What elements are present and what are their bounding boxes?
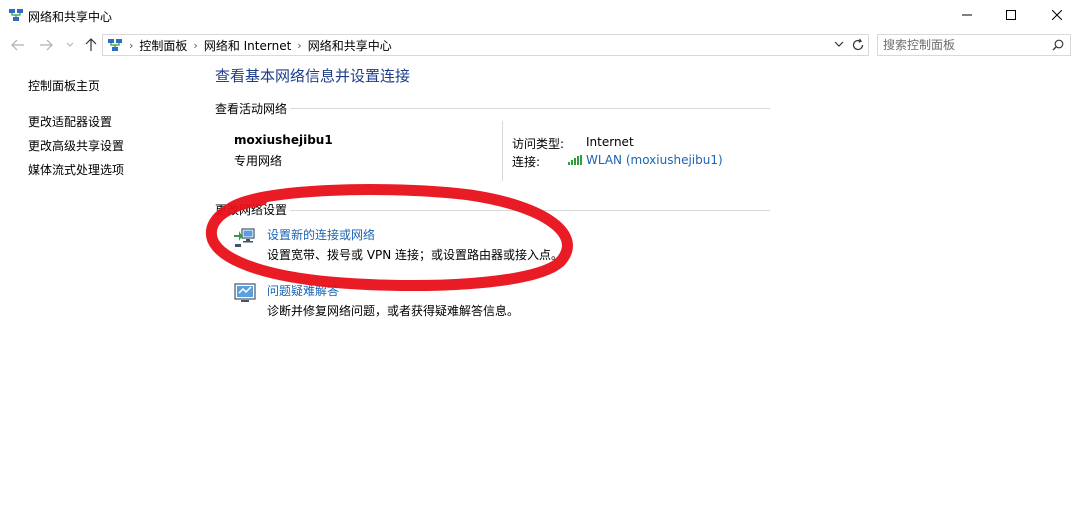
address-box[interactable]: › 控制面板 › 网络和 Internet › 网络和共享中心 (102, 34, 869, 56)
minimize-icon (962, 14, 972, 16)
control-panel-home-link[interactable]: 控制面板主页 (28, 77, 124, 94)
connection-label: 连接: (512, 155, 541, 169)
search-icon[interactable] (1052, 39, 1064, 51)
sidebar-item-media-streaming[interactable]: 媒体流式处理选项 (28, 161, 124, 178)
search-input[interactable] (883, 37, 1043, 53)
minimize-button[interactable] (944, 0, 990, 30)
setup-new-connection-link[interactable]: 设置新的连接或网络 (267, 226, 375, 243)
connection-value: WLAN (moxiushejibu1) (586, 153, 723, 167)
address-bar: › 控制面板 › 网络和 Internet › 网络和共享中心 (0, 32, 1080, 60)
access-type-label: 访问类型: (512, 137, 565, 151)
control-panel-icon (108, 39, 122, 51)
search-box[interactable] (877, 34, 1071, 56)
sidebar-item-adapter-settings[interactable]: 更改适配器设置 (28, 113, 124, 130)
window-title: 网络和共享中心 (28, 10, 113, 24)
breadcrumb-separator-icon[interactable]: › (297, 39, 301, 52)
breadcrumb-separator-icon[interactable]: › (193, 39, 197, 52)
vertical-divider (502, 121, 503, 181)
maximize-button[interactable] (988, 0, 1034, 30)
troubleshoot-icon (234, 283, 256, 302)
title-bar: 网络和共享中心 (0, 0, 1080, 30)
forward-arrow-icon (40, 39, 53, 51)
troubleshoot-desc: 诊断并修复网络问题，或者获得疑难解答信息。 (267, 304, 520, 318)
troubleshoot-link[interactable]: 问题疑难解答 (267, 282, 339, 299)
close-icon (1052, 10, 1062, 20)
recent-locations-button[interactable] (62, 37, 78, 53)
breadcrumb-separator-icon[interactable]: › (129, 39, 133, 52)
back-arrow-icon (11, 39, 24, 51)
refresh-icon[interactable] (851, 38, 865, 52)
network-type: 专用网络 (234, 154, 283, 168)
new-connection-icon (234, 228, 255, 247)
forward-button[interactable] (38, 37, 54, 53)
section-divider (290, 210, 770, 211)
wifi-signal-icon (568, 155, 582, 165)
active-networks-heading: 查看活动网络 (215, 102, 288, 116)
page-title: 查看基本网络信息并设置连接 (215, 67, 411, 85)
sidebar-item-advanced-sharing[interactable]: 更改高级共享设置 (28, 137, 124, 154)
network-center-icon (9, 9, 23, 21)
up-button[interactable] (83, 37, 99, 53)
maximize-icon (1006, 10, 1016, 20)
chevron-down-icon (66, 42, 74, 47)
left-navigation: 控制面板主页 更改适配器设置 更改高级共享设置 媒体流式处理选项 (28, 77, 124, 185)
back-button[interactable] (10, 37, 26, 53)
breadcrumb-sharing-center[interactable]: 网络和共享中心 (308, 37, 392, 54)
breadcrumb-control-panel[interactable]: 控制面板 (139, 37, 187, 54)
setup-new-connection-desc: 设置宽带、拨号或 VPN 连接；或设置路由器或接入点。 (267, 248, 564, 262)
access-type-value: Internet (586, 135, 634, 149)
address-dropdown-icon[interactable] (834, 39, 844, 49)
network-name: moxiushejibu1 (234, 133, 333, 147)
change-settings-heading: 更改网络设置 (215, 203, 288, 217)
section-divider (290, 108, 770, 109)
up-arrow-icon (85, 38, 97, 51)
close-button[interactable] (1034, 0, 1080, 30)
breadcrumb-network-internet[interactable]: 网络和 Internet (204, 37, 291, 54)
wlan-connection-link[interactable]: WLAN (moxiushejibu1) (586, 153, 723, 167)
